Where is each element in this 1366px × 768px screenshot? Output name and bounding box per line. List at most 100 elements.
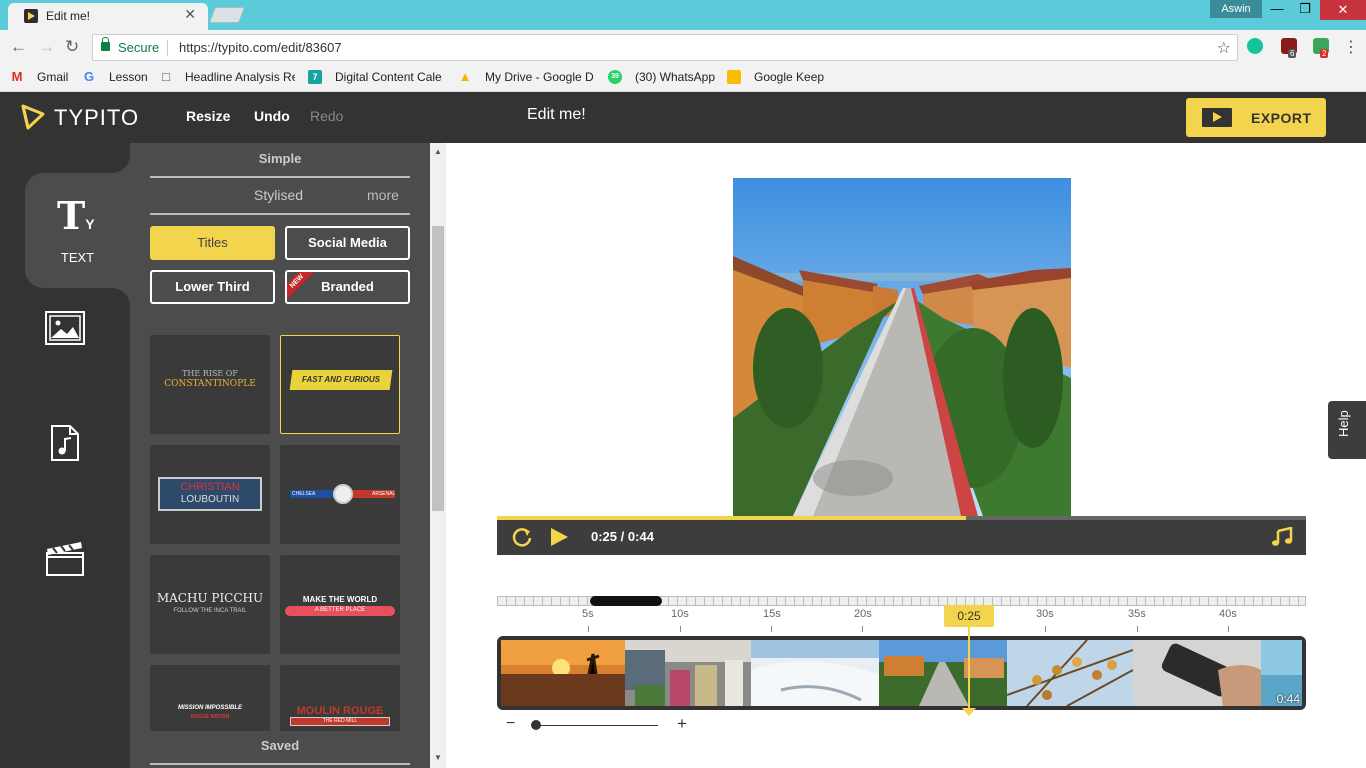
bookmark-whatsapp[interactable]: (30) WhatsApp [635,70,715,84]
timeline-visible-window[interactable] [590,596,662,606]
tab-more[interactable]: more [367,187,399,203]
tick-label: 35s [1128,608,1146,620]
image-icon[interactable] [45,311,85,345]
calendar-icon: 7 [308,70,322,84]
help-label: Help [1336,410,1351,437]
clip-sunset-beach[interactable] [501,640,625,706]
resize-button[interactable]: Resize [186,108,230,124]
template-chelsea-arsenal[interactable]: CHELSEA ARSENAL [280,445,400,544]
bookmark-google-keep[interactable]: Google Keep [754,70,824,84]
tick-label: 30s [1036,608,1054,620]
clip-autumn-branches[interactable] [1007,640,1133,706]
tab-underline [150,213,410,215]
bookmark-my-drive[interactable]: My Drive - Google D [485,70,593,84]
bookmark-digital-content[interactable]: Digital Content Cale [335,70,443,84]
grammarly-icon[interactable] [1247,38,1263,54]
scroll-up-icon[interactable]: ▲ [434,147,442,156]
bookmark-gmail[interactable]: Gmail [37,70,68,84]
tab-simple[interactable]: Simple [150,151,410,166]
template-text-line: MAKE THE WORLD [302,595,378,604]
browser-tab[interactable]: Edit me! ✕ [8,3,208,30]
template-text-line: FOLLOW THE INCA TRAIL [173,608,247,614]
new-tab-button[interactable] [209,7,245,23]
category-branded-label: Branded [321,279,374,294]
music-note-icon[interactable] [1271,527,1293,547]
timeline-duration: 0:44 [1276,692,1300,706]
text-templates-panel: Simple Stylised more Titles Social Media… [130,143,430,768]
tick-label: 20s [854,608,872,620]
total-time: 0:44 [627,529,654,544]
playhead-line[interactable] [968,627,970,711]
category-lower-third-button[interactable]: Lower Third [150,270,275,304]
minimize-button[interactable]: — [1262,0,1292,20]
typito-logo-icon [21,104,45,130]
help-button[interactable]: Help [1328,401,1366,459]
template-machu-picchu[interactable]: MACHU PICCHU FOLLOW THE INCA TRAIL [150,555,270,654]
bookmark-lesson[interactable]: Lesson [109,70,148,84]
zoom-in-button[interactable]: + [677,714,687,734]
reload-icon[interactable]: ↻ [65,37,79,57]
template-text-line: CHRISTIAN [180,481,240,493]
chrome-menu-icon[interactable]: ⋮ [1343,37,1359,57]
clip-snow-slope[interactable] [751,640,879,706]
video-preview[interactable] [733,178,1071,516]
category-titles-button[interactable]: Titles [150,226,275,260]
url-text[interactable]: https://typito.com/edit/83607 [179,40,342,55]
category-social-media-button[interactable]: Social Media [285,226,410,260]
clip-phone-hand[interactable] [1133,640,1261,706]
app-header: TYPITO Resize Undo Redo Edit me! EXPORT [0,92,1366,143]
tick-mark [680,626,681,632]
export-label: EXPORT [1251,110,1312,126]
redo-button[interactable]: Redo [310,108,343,124]
saved-section: Saved [130,731,430,768]
export-button[interactable]: EXPORT [1186,98,1326,137]
text-tool-glyph: T [57,193,86,238]
close-window-button[interactable]: ✕ [1320,0,1366,20]
tab-underline [150,176,410,178]
clapperboard-icon[interactable] [45,537,85,577]
template-christian-louboutin[interactable]: CHRISTIAN LOUBOUTIN [150,445,270,544]
profile-button[interactable]: Aswin [1210,0,1262,18]
tick-mark [862,626,863,632]
zoom-slider-knob[interactable] [531,720,541,730]
tick-label: 15s [763,608,781,620]
back-icon[interactable]: ← [10,37,27,57]
scroll-down-icon[interactable]: ▼ [434,753,442,762]
document-title[interactable]: Edit me! [527,106,586,124]
template-fast-and-furious[interactable]: FAST AND FURIOUS [280,335,400,434]
playhead-time[interactable]: 0:25 [944,605,994,627]
category-branded-button[interactable]: NEW Branded [285,270,410,304]
clip-strip: 0:44 [497,636,1306,710]
music-icon[interactable] [50,424,80,462]
maximize-button[interactable]: ❐ [1290,0,1320,20]
forward-icon[interactable]: → [38,37,55,57]
template-text-line: A BETTER PLACE [314,607,366,613]
clip-village-road[interactable] [879,640,1007,706]
ublock-badge: 6 [1288,49,1297,58]
template-text-line: MOULIN ROUGE [296,705,384,717]
tab-stylised[interactable]: Stylised [254,187,303,203]
bookmark-headline-analysis[interactable]: Headline Analysis Re [185,70,295,84]
template-text-line: ROGUE NATION [190,714,230,720]
template-make-the-world[interactable]: MAKE THE WORLD A BETTER PLACE [280,555,400,654]
progress-track[interactable] [497,516,1306,520]
zoom-slider-track[interactable] [536,725,658,726]
playhead-handle[interactable] [962,708,976,716]
zoom-out-button[interactable]: − [506,715,515,733]
play-icon[interactable] [549,527,569,547]
close-tab-icon[interactable]: ✕ [184,6,196,23]
clip-street-market[interactable] [625,640,751,706]
panel-scrollbar[interactable]: ▲ ▼ [430,143,446,768]
template-constantinople[interactable]: THE RISE OF CONSTANTINOPLE [150,335,270,434]
doc-icon: □ [162,69,170,84]
tab-saved[interactable]: Saved [130,738,430,753]
template-text-line: MACHU PICCHU [156,591,264,605]
browser-toolbar: ← → ↻ Secure https://typito.com/edit/836… [0,30,1366,64]
extension-badge: 2 [1320,49,1329,58]
undo-button[interactable]: Undo [254,108,290,124]
address-bar[interactable]: Secure https://typito.com/edit/83607 ☆ [92,34,1238,61]
bookmark-star-icon[interactable]: ☆ [1217,38,1231,58]
replay-icon[interactable] [511,526,533,548]
tick-label: 5s [582,608,594,620]
scrollbar-thumb[interactable] [432,226,444,511]
